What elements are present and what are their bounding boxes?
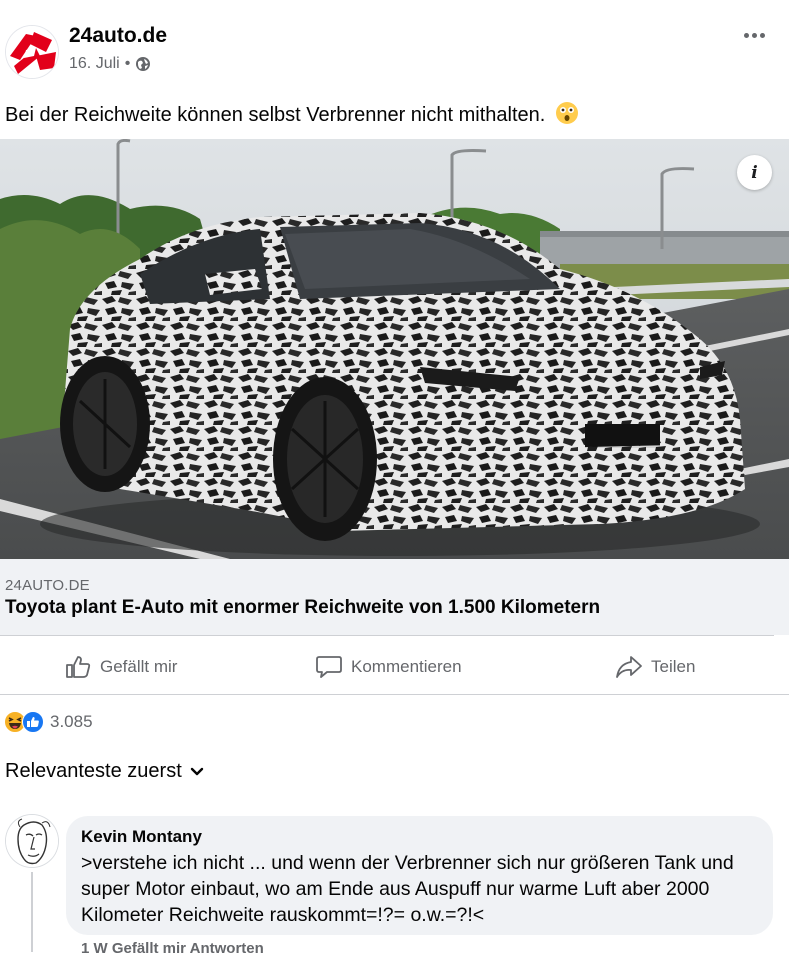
post-message-text: Bei der Reichweite können selbst Verbren… [5,104,546,126]
camouflaged-car-photo [0,139,789,559]
post-header: 24auto.de 16. Juli • [0,0,789,95]
thread-line [31,872,33,952]
share-arrow-icon [616,656,642,678]
comment-sort-dropdown[interactable]: Relevanteste zuerst [5,760,204,783]
reactions-summary[interactable]: 3.085 [4,710,93,734]
comment-label: Kommentieren [351,657,462,676]
sketch-face-avatar-icon [6,815,58,867]
sort-label: Relevanteste zuerst [5,760,182,782]
info-button[interactable]: i [737,155,772,190]
24auto-logo-icon [6,26,58,78]
link-domain: 24AUTO.DE [5,577,90,594]
post-date[interactable]: 16. Juli [69,55,120,73]
post-meta: 16. Juli • [69,55,151,73]
page-name-link[interactable]: 24auto.de [69,24,167,48]
page-avatar[interactable] [6,26,58,78]
more-horizontal-icon [743,32,749,38]
globe-icon [136,57,151,71]
action-bar: Gefällt mir Kommentieren Teilen [0,641,789,693]
divider [0,694,789,695]
comment-author[interactable]: Kevin Montany [81,827,202,847]
post-photo[interactable] [0,139,789,559]
chevron-down-icon [190,767,203,775]
meta-separator: • [124,55,131,72]
comment-text: >verstehe ich nicht ... und wenn der Ver… [81,852,734,926]
commenter-avatar[interactable] [6,815,58,867]
thumbs-up-icon [66,656,91,678]
share-button[interactable]: Teilen [616,641,695,693]
divider [0,635,774,636]
link-title[interactable]: Toyota plant E-Auto mit enormer Reichwei… [5,597,600,619]
info-icon: i [751,162,758,183]
like-label: Gefällt mir [100,657,178,676]
reaction-count: 3.085 [50,712,93,731]
post-message: Bei der Reichweite können selbst Verbren… [5,101,579,127]
comment-footer-partial[interactable]: 1 W Gefällt mir Antworten [81,940,264,957]
share-label: Teilen [651,657,696,676]
more-options-button[interactable] [736,20,772,50]
like-button[interactable]: Gefällt mir [65,641,177,693]
astonished-face-emoji [555,102,578,124]
comment-button[interactable]: Kommentieren [316,641,462,693]
like-reaction-icon [22,711,44,733]
comment-bubble-icon [316,656,342,678]
